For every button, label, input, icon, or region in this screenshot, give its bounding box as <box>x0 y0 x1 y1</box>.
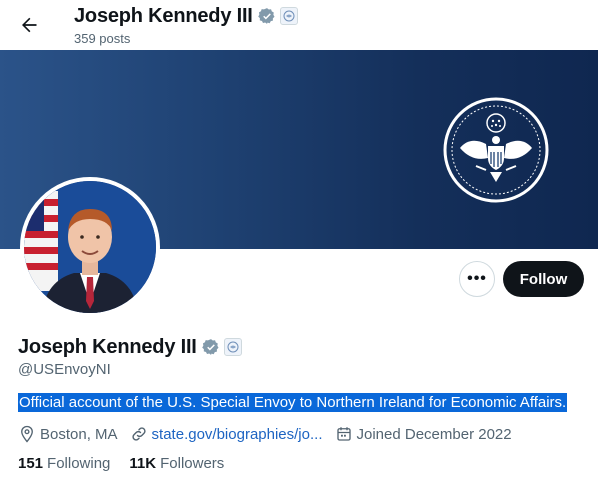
user-handle: @USEnvoyNI <box>18 361 111 378</box>
link-icon <box>131 427 146 441</box>
location-item: Boston, MA <box>18 425 118 443</box>
profile-bio: Official account of the U.S. Special Env… <box>18 393 568 412</box>
follow-button[interactable]: Follow <box>503 261 584 297</box>
display-name: Joseph Kennedy III <box>18 335 197 358</box>
verified-badge-icon <box>257 8 275 24</box>
followers-count: 11K <box>129 455 157 472</box>
avatar-photo <box>24 181 156 313</box>
state-department-seal-icon[interactable] <box>223 338 242 356</box>
following-link[interactable]: 151 Following <box>18 455 110 475</box>
header-name: Joseph Kennedy III <box>74 4 253 27</box>
posts-count: 359 posts <box>74 31 131 46</box>
profile-name-row: Joseph Kennedy III <box>18 334 242 360</box>
top-bar: Joseph Kennedy III 359 posts <box>0 0 598 50</box>
profile-meta: Boston, MA state.gov/biographies/jo... J… <box>18 423 524 445</box>
back-button[interactable] <box>12 8 46 42</box>
website-link[interactable]: state.gov/biographies/jo... <box>152 426 323 443</box>
location-pin-icon <box>21 425 33 443</box>
seal-mini-icon <box>283 10 295 22</box>
follow-stats: 151 Following 11K Followers <box>18 455 243 475</box>
arrow-left-icon <box>22 17 37 33</box>
followers-link[interactable]: 11K Followers <box>129 455 224 475</box>
joined-text: Joined December 2022 <box>356 425 512 443</box>
more-options-button[interactable]: ••• <box>459 261 495 297</box>
website-item[interactable]: state.gov/biographies/jo... <box>130 425 323 443</box>
header-name-row: Joseph Kennedy III <box>74 3 298 29</box>
joined-item: Joined December 2022 <box>335 425 512 443</box>
state-department-seal-icon[interactable] <box>279 7 298 25</box>
great-seal-icon <box>443 97 549 203</box>
following-count: 151 <box>18 455 44 472</box>
following-label: Following <box>47 455 111 472</box>
profile-avatar[interactable] <box>20 177 160 317</box>
verified-badge-icon[interactable] <box>201 338 220 356</box>
location-text: Boston, MA <box>40 425 118 443</box>
followers-label: Followers <box>160 455 225 472</box>
seal-mini-icon <box>227 341 239 353</box>
calendar-icon <box>336 427 351 441</box>
